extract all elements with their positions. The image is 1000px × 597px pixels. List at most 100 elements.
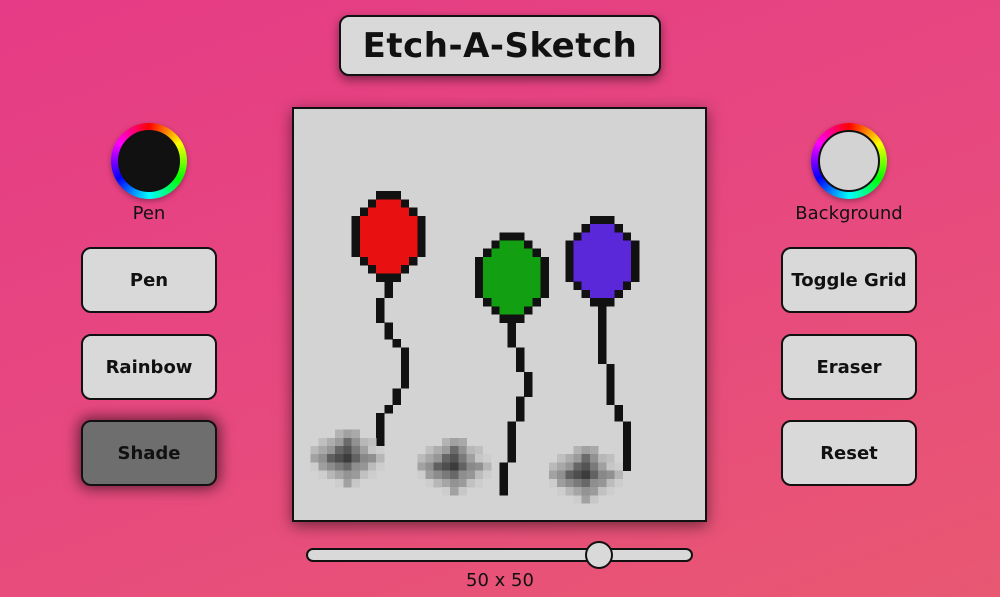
shade-smudge — [598, 478, 607, 488]
green-balloon-pixel — [491, 273, 500, 282]
shade-smudge — [359, 470, 369, 480]
purple-balloon-pixel — [589, 232, 599, 241]
red-balloon-pixel — [359, 256, 369, 266]
shade-smudge — [425, 462, 434, 471]
shade-smudge — [557, 478, 566, 488]
shade-smudge — [581, 470, 591, 480]
red-balloon-string — [384, 322, 393, 332]
rainbow-mode-button[interactable]: Rainbow — [81, 334, 217, 400]
red-balloon-pixel — [359, 224, 369, 233]
red-balloon-pixel — [400, 232, 410, 241]
red-balloon-pixel — [409, 232, 418, 241]
red-balloon-string — [376, 298, 385, 307]
shade-smudge — [458, 454, 467, 463]
red-balloon-pixel — [392, 265, 402, 274]
shade-smudge — [589, 446, 599, 455]
shade-smudge — [614, 470, 623, 480]
shade-smudge — [458, 462, 467, 471]
shade-smudge — [335, 478, 344, 488]
green-balloon-pixel — [540, 289, 549, 299]
green-balloon-string — [524, 372, 533, 381]
purple-balloon-pixel — [614, 281, 623, 291]
sketch-canvas[interactable] — [292, 107, 707, 522]
pen-color-swatch[interactable] — [118, 130, 180, 192]
green-balloon-pixel — [491, 240, 500, 249]
green-balloon-pixel — [499, 298, 508, 307]
purple-balloon-pixel — [614, 256, 623, 266]
green-balloon-string — [515, 404, 525, 414]
shade-smudge — [335, 429, 344, 438]
green-balloon-pixel — [499, 314, 508, 323]
shade-smudge — [466, 446, 476, 455]
pen-color-label: Pen — [132, 203, 166, 224]
shade-smudge — [343, 446, 352, 455]
purple-balloon-string — [598, 339, 607, 348]
shade-smudge — [441, 462, 451, 471]
shade-mode-button[interactable]: Shade — [81, 420, 217, 486]
purple-balloon-pixel — [573, 265, 582, 274]
green-balloon-pixel — [507, 273, 517, 282]
red-balloon-pixel — [392, 191, 402, 200]
shade-smudge — [458, 470, 467, 480]
green-balloon-pixel — [540, 281, 549, 291]
shade-smudge — [359, 462, 369, 471]
shade-smudge — [557, 462, 566, 471]
purple-balloon-pixel — [614, 248, 623, 258]
shade-smudge — [367, 446, 377, 455]
shade-smudge — [310, 462, 319, 471]
red-balloon-pixel — [384, 199, 393, 208]
shade-smudge — [606, 478, 615, 488]
green-balloon-pixel — [515, 256, 525, 266]
shade-smudge — [417, 454, 426, 463]
sketch-grid[interactable] — [294, 109, 705, 520]
shade-smudge — [589, 470, 599, 480]
grid-size-slider-thumb[interactable] — [585, 541, 614, 569]
shade-smudge — [417, 462, 426, 471]
purple-balloon-pixel — [614, 232, 623, 241]
pen-mode-button[interactable]: Pen — [81, 247, 217, 313]
green-balloon-pixel — [499, 273, 508, 282]
purple-balloon-pixel — [631, 256, 640, 266]
shade-smudge — [548, 478, 558, 488]
red-balloon-pixel — [376, 232, 385, 241]
green-balloon-pixel — [524, 265, 533, 274]
grid-size-slider[interactable] — [306, 548, 693, 562]
shade-smudge — [589, 495, 599, 504]
shade-smudge — [474, 462, 484, 471]
toggle-grid-button[interactable]: Toggle Grid — [781, 247, 917, 313]
shade-smudge — [441, 478, 451, 488]
shade-smudge — [565, 462, 574, 471]
green-balloon-pixel — [532, 256, 541, 266]
red-balloon-string — [376, 306, 385, 315]
app-title: Etch-A-Sketch — [339, 15, 661, 76]
green-balloon-pixel — [524, 240, 533, 249]
green-balloon-string — [515, 413, 525, 422]
green-balloon-string — [507, 446, 517, 455]
reset-button[interactable]: Reset — [781, 420, 917, 486]
red-balloon-pixel — [351, 232, 360, 241]
purple-balloon-pixel — [622, 256, 632, 266]
green-balloon-string — [515, 355, 525, 364]
green-balloon-pixel — [515, 273, 525, 282]
red-balloon-pixel — [417, 240, 426, 249]
shade-smudge — [458, 437, 467, 447]
background-color-picker[interactable] — [811, 123, 887, 199]
background-color-swatch[interactable] — [818, 130, 880, 192]
shade-smudge — [351, 462, 360, 471]
shade-smudge — [367, 462, 377, 471]
eraser-button[interactable]: Eraser — [781, 334, 917, 400]
shade-smudge — [450, 454, 459, 463]
shade-smudge — [483, 470, 492, 480]
shade-smudge — [458, 478, 467, 488]
green-balloon-string — [515, 363, 525, 373]
purple-balloon-pixel — [598, 215, 607, 225]
shade-smudge — [343, 462, 352, 471]
shade-smudge — [466, 470, 476, 480]
purple-balloon-pixel — [598, 273, 607, 282]
green-balloon-pixel — [515, 306, 525, 315]
green-balloon-string — [499, 487, 508, 496]
purple-balloon-pixel — [581, 240, 591, 249]
green-balloon-pixel — [499, 232, 508, 241]
pen-color-picker[interactable] — [111, 123, 187, 199]
red-balloon-pixel — [392, 232, 402, 241]
